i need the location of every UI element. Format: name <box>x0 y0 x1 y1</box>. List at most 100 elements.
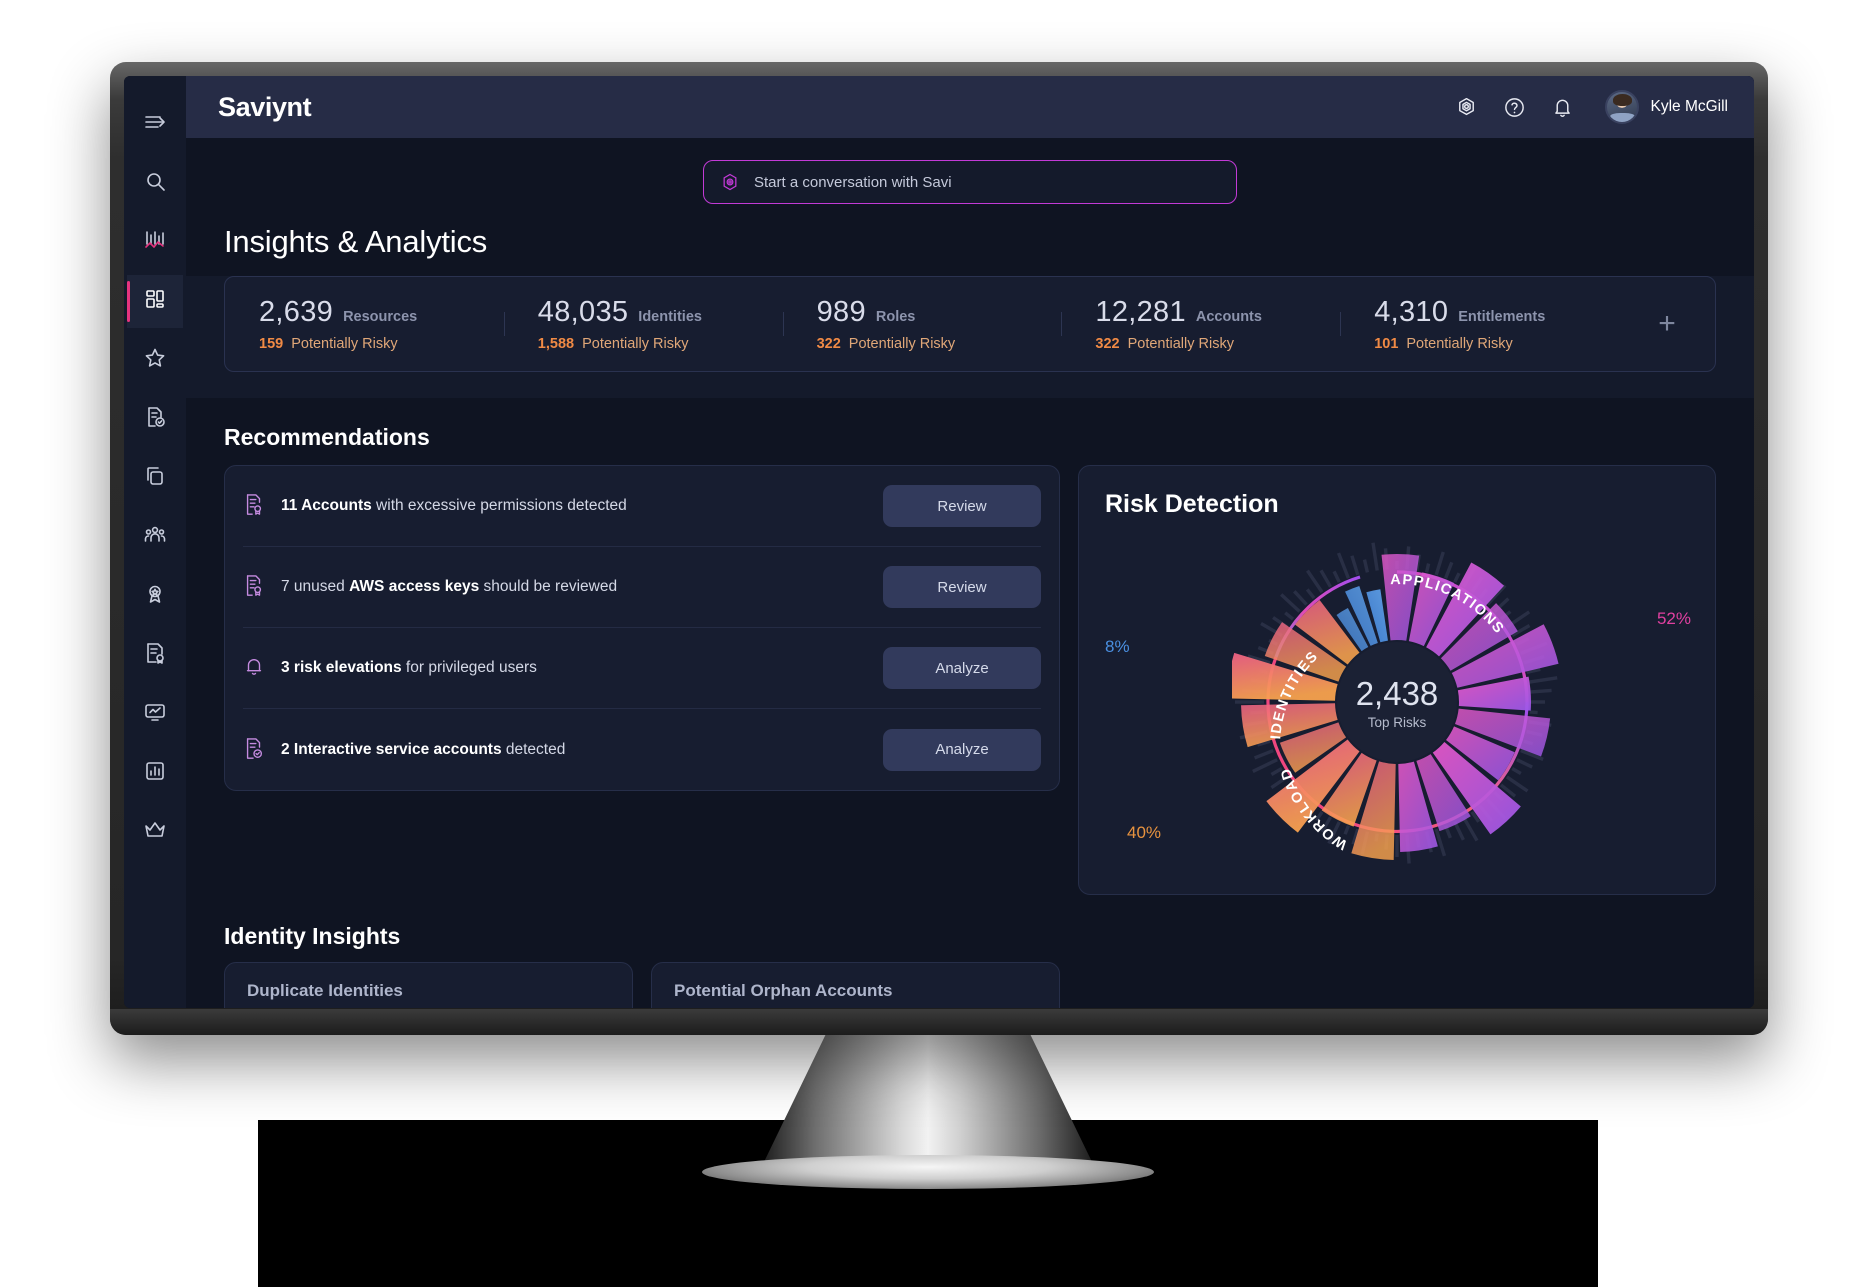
certificate-search-icon <box>243 574 267 600</box>
bar-chart-icon <box>143 759 167 788</box>
stats-strip: 2,639 Resources 159 Potentially Risky 48… <box>224 276 1716 372</box>
recommendation-action-button[interactable]: Review <box>883 566 1041 608</box>
sidebar-item-roles[interactable] <box>127 570 183 623</box>
insight-card-title: Potential Orphan Accounts <box>674 981 893 1000</box>
sidebar-item-insights[interactable] <box>127 747 183 800</box>
donut-center-value: 2,438 <box>1356 675 1439 712</box>
risk-percent-workloads: 40% <box>1127 823 1162 842</box>
crown-icon <box>143 818 167 847</box>
menu-expand-icon <box>143 110 167 139</box>
risk-detection-title: Risk Detection <box>1105 490 1279 518</box>
donut-tick <box>1395 835 1399 857</box>
stat-risk-label: Potentially Risky <box>1127 336 1234 352</box>
risk-detection-card: Risk Detection 8% 52% 40% 2,438 Top Risk… <box>1078 465 1716 895</box>
bell-icon[interactable] <box>1549 94 1575 120</box>
recommendation-text: 7 unused AWS access keys should be revie… <box>281 578 618 595</box>
stat-card-roles[interactable]: 989 Roles 322 Potentially Risky <box>782 296 1062 352</box>
analytics-chart-icon <box>143 228 167 257</box>
stat-value: 989 <box>816 296 866 328</box>
recommendation-text: 11 Accounts with excessive permissions d… <box>281 497 627 514</box>
stat-value: 4,310 <box>1374 296 1449 328</box>
certificate-icon <box>143 641 167 670</box>
insight-card-potential-orphan-accounts[interactable]: Potential Orphan Accounts 24 -15% <box>651 962 1060 1008</box>
donut-tick <box>1529 688 1552 694</box>
sidebar-item-dashboard[interactable] <box>127 275 183 328</box>
donut-tick <box>1516 758 1533 769</box>
savi-bar-wrap: Start a conversation with Savi <box>186 138 1754 204</box>
add-stat-button[interactable]: + <box>1619 309 1715 339</box>
sidebar-rail <box>124 76 186 1008</box>
recommendation-row[interactable]: 3 risk elevations for privileged users A… <box>243 628 1041 709</box>
settings-hex-icon[interactable] <box>1453 94 1479 120</box>
risk-donut-chart[interactable]: 2,438 Top Risks IDENTITIES APPLICATIONS <box>1232 537 1562 867</box>
donut-tick <box>1530 700 1545 704</box>
dashboard-grid-icon <box>143 287 167 316</box>
identity-insights-title: Identity Insights <box>224 923 401 949</box>
recommendation-action-button[interactable]: Analyze <box>883 728 1041 771</box>
sidebar-item-admin[interactable] <box>127 806 183 859</box>
stat-label: Resources <box>343 309 418 325</box>
sidebar-item-reports[interactable] <box>127 688 183 741</box>
savi-conversation-input[interactable]: Start a conversation with Savi <box>703 160 1237 204</box>
stat-label: Roles <box>875 309 916 325</box>
stat-value: 12,281 <box>1095 296 1186 328</box>
donut-tick <box>1305 588 1316 600</box>
recommendations-title: Recommendations <box>224 424 430 450</box>
award-icon <box>143 582 167 611</box>
donut-tick <box>1319 569 1332 588</box>
stat-label: Identities <box>638 309 702 325</box>
insight-card-title: Duplicate Identities <box>247 981 403 1000</box>
plus-icon: + <box>1658 307 1676 340</box>
bell-icon <box>243 655 267 681</box>
page-content: Start a conversation with Savi Insights … <box>186 138 1754 1008</box>
sidebar-item-certifications[interactable] <box>127 393 183 446</box>
donut-center-label: Top Risks <box>1368 715 1427 730</box>
donut-tick <box>1528 676 1558 684</box>
donut-tick <box>1453 572 1461 583</box>
recommendation-action-button[interactable]: Analyze <box>883 647 1041 689</box>
recommendation-row[interactable]: 2 Interactive service accounts detected … <box>243 709 1041 790</box>
stat-risk-label: Potentially Risky <box>291 336 398 352</box>
stat-risk-label: Potentially Risky <box>1406 336 1513 352</box>
sidebar-item-requests[interactable] <box>127 452 183 505</box>
donut-tick <box>1371 542 1379 571</box>
donut-tick <box>1332 570 1341 583</box>
stats-band: 2,639 Resources 159 Potentially Risky 48… <box>186 276 1754 398</box>
donut-tick <box>1336 552 1350 579</box>
stat-risk-label: Potentially Risky <box>582 336 689 352</box>
brand-logo[interactable]: Saviynt <box>218 92 312 123</box>
stat-risk-value: 159 <box>259 336 284 352</box>
monitor-frame: Saviynt Kyle McGill Start a conversation… <box>110 62 1768 1035</box>
stat-card-resources[interactable]: 2,639 Resources 159 Potentially Risky <box>225 296 504 352</box>
donut-tick <box>1235 700 1264 704</box>
user-menu[interactable]: Kyle McGill <box>1605 90 1728 124</box>
screen: Saviynt Kyle McGill Start a conversation… <box>124 76 1754 1008</box>
sidebar-item-identities[interactable] <box>127 511 183 564</box>
identity-insights-row: Duplicate Identities 20 +22% <box>186 950 1754 1008</box>
donut-tick <box>1284 611 1295 621</box>
recommendation-row[interactable]: 11 Accounts with excessive permissions d… <box>243 466 1041 547</box>
donut-tick <box>1424 563 1431 573</box>
sidebar-item-menu-expand[interactable] <box>127 98 183 151</box>
donut-tick <box>1350 555 1360 576</box>
risk-donut-wrap: 8% 52% 40% 2,438 Top Risks IDENTITIES AP… <box>1079 519 1715 879</box>
recommendation-text: 2 Interactive service accounts detected <box>281 740 566 758</box>
recommendations-card: 11 Accounts with excessive permissions d… <box>224 465 1060 791</box>
stat-card-identities[interactable]: 48,035 Identities 1,588 Potentially Risk… <box>503 296 783 352</box>
stat-card-accounts[interactable]: 12,281 Accounts 322 Potentially Risky <box>1061 296 1340 352</box>
sidebar-item-policies[interactable] <box>127 629 183 682</box>
stat-card-entitlements[interactable]: 4,310 Entitlements 101 Potentially Risky <box>1340 296 1619 352</box>
donut-tick <box>1444 561 1454 579</box>
savi-hex-icon <box>720 172 740 192</box>
stat-risk-value: 1,588 <box>537 336 575 352</box>
help-circle-icon[interactable] <box>1501 94 1527 120</box>
recommendation-row[interactable]: 7 unused AWS access keys should be revie… <box>243 547 1041 628</box>
recommendation-text: 3 risk elevations for privileged users <box>281 659 537 676</box>
stat-label: Entitlements <box>1458 309 1546 325</box>
sidebar-item-favorites[interactable] <box>127 334 183 387</box>
sidebar-item-analytics[interactable] <box>127 216 183 269</box>
insight-card-duplicate-identities[interactable]: Duplicate Identities 20 +22% <box>224 962 633 1008</box>
sidebar-item-search[interactable] <box>127 157 183 210</box>
recommendation-action-button[interactable]: Review <box>883 485 1041 527</box>
top-bar-actions: Kyle McGill <box>1453 90 1728 124</box>
